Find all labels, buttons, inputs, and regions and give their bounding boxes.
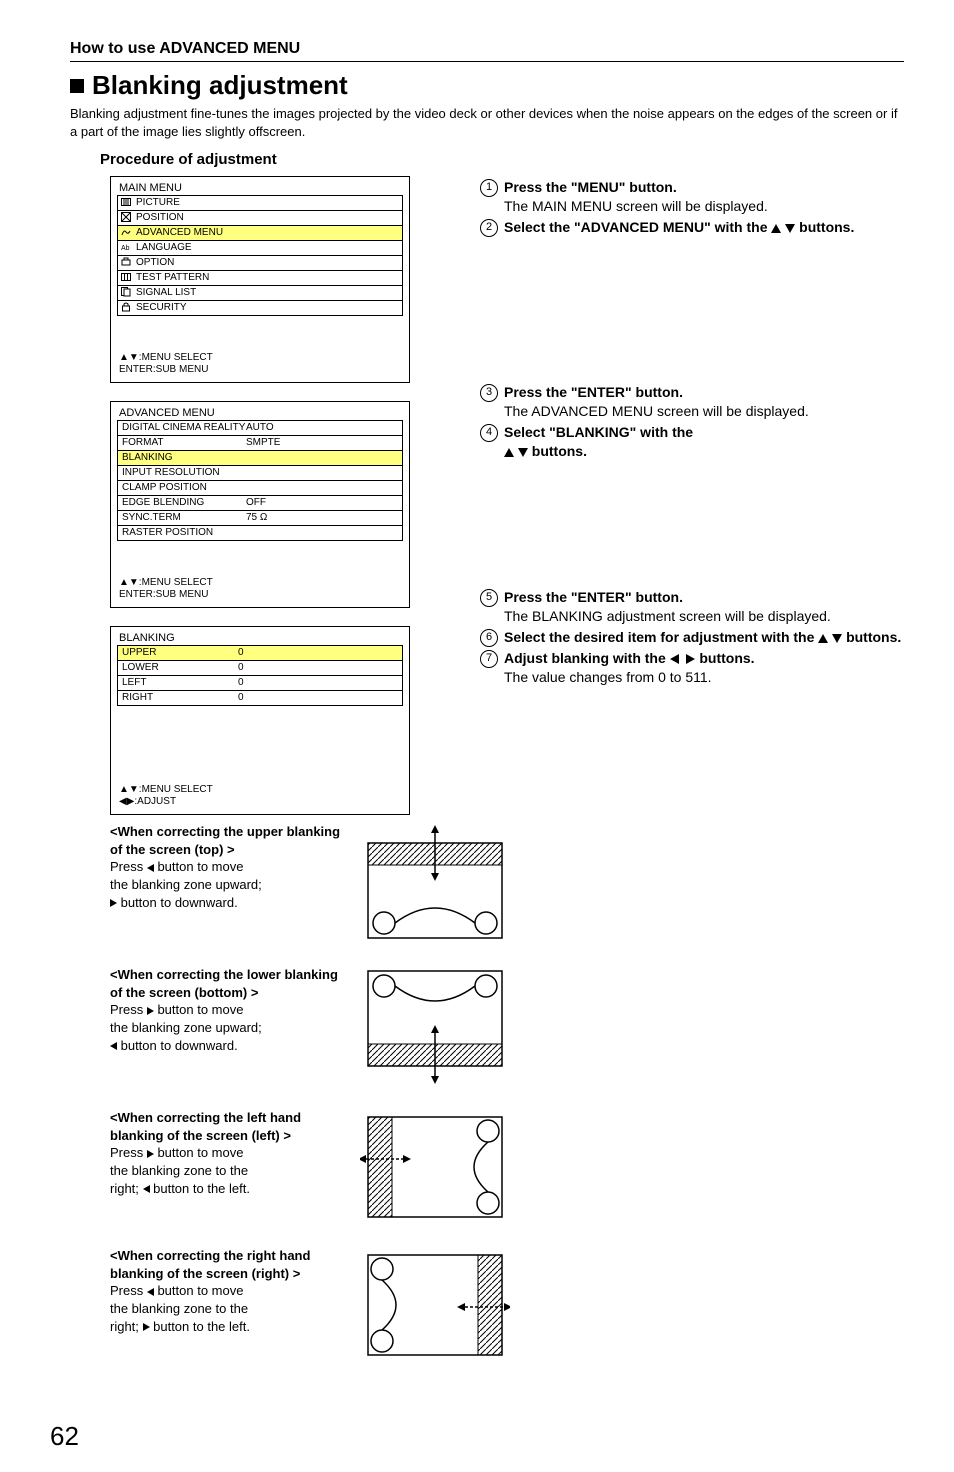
down-arrow-icon [785,224,795,233]
page-number: 62 [50,1421,904,1452]
step-1-icon: 1 [480,179,498,197]
testpattern-icon [121,272,131,282]
main-heading: Blanking adjustment [92,70,348,101]
option-icon [121,257,131,267]
menu-footer-select: ▲▼:MENU SELECT [119,577,403,589]
menu-title: MAIN MENU [117,182,403,194]
right-arrow-icon [147,1150,154,1158]
quad-bottom-diagram [360,966,510,1089]
step-3: Press the "ENTER" button. The ADVANCED M… [504,383,904,421]
quad-right-text: <When correcting the right hand blanking… [110,1247,352,1365]
step-2-icon: 2 [480,219,498,237]
step-6: Select the desired item for adjustment w… [504,628,904,647]
step-5-icon: 5 [480,589,498,607]
advanced-menu-screenshot: ADVANCED MENU DIGITAL CINEMA REALITYAUTO… [110,401,410,608]
down-arrow-icon [832,634,842,643]
step-2: Select the "ADVANCED MENU" with the butt… [504,218,904,237]
menu-item-lower: LOWER0 [117,660,403,675]
menu-item-edgeblend: EDGE BLENDINGOFF [117,495,403,510]
language-icon: Ab [121,242,131,252]
quad-left-diagram [360,1109,510,1227]
left-arrow-icon [147,1288,154,1296]
menu-item-advanced: ADVANCED MENU [117,225,403,240]
menu-item-picture: PICTURE [117,195,403,210]
menu-item-format: FORMATSMPTE [117,435,403,450]
picture-icon [121,197,131,207]
step-4: Select "BLANKING" with the buttons. [504,423,904,461]
menu-footer-adjust: ◀▶:ADJUST [119,796,403,808]
menu-title: BLANKING [117,632,403,644]
advanced-icon [121,227,131,237]
menu-footer-select: ▲▼:MENU SELECT [119,352,403,364]
step-1: Press the "MENU" button. The MAIN MENU s… [504,178,904,216]
menu-item-dcr: DIGITAL CINEMA REALITYAUTO [117,420,403,435]
step-7-icon: 7 [480,650,498,668]
menu-item-blanking: BLANKING [117,450,403,465]
left-arrow-icon [147,864,154,872]
menu-item-syncterm: SYNC.TERM75 Ω [117,510,403,525]
left-arrow-icon [670,654,679,664]
left-arrow-icon [110,1042,117,1050]
quad-top-text: <When correcting the upper blanking of t… [110,823,352,946]
menu-footer-enter: ENTER:SUB MENU [119,589,403,601]
menu-item-upper: UPPER0 [117,645,403,660]
right-arrow-icon [110,899,117,907]
menu-item-position: POSITION [117,210,403,225]
menu-item-security: SECURITY [117,300,403,316]
step-7: Adjust blanking with the buttons. The va… [504,649,904,687]
left-arrow-icon [143,1185,150,1193]
menu-item-option: OPTION [117,255,403,270]
square-bullet-icon [70,79,84,93]
quad-top-diagram [360,823,510,946]
down-arrow-icon [518,448,528,457]
step-5: Press the "ENTER" button. The BLANKING a… [504,588,904,626]
up-arrow-icon [771,224,781,233]
right-arrow-icon [147,1007,154,1015]
menu-footer-enter: ENTER:SUB MENU [119,364,403,376]
menu-item-inputres: INPUT RESOLUTION [117,465,403,480]
quad-left-text: <When correcting the left hand blanking … [110,1109,352,1227]
menu-item-clamp: CLAMP POSITION [117,480,403,495]
signallist-icon [121,287,131,297]
step-3-icon: 3 [480,384,498,402]
menu-item-left: LEFT0 [117,675,403,690]
main-menu-screenshot: MAIN MENU PICTURE POSITION ADVANCED MENU… [110,176,410,383]
svg-text:Ab: Ab [121,245,130,252]
position-icon [121,212,131,222]
up-arrow-icon [504,448,514,457]
up-arrow-icon [818,634,828,643]
menu-footer-select: ▲▼:MENU SELECT [119,784,403,796]
menu-item-signallist: SIGNAL LIST [117,285,403,300]
menu-item-language: AbLANGUAGE [117,240,403,255]
security-icon [121,302,131,312]
blanking-menu-screenshot: BLANKING UPPER0 LOWER0 LEFT0 RIGHT0 ▲▼:M… [110,626,410,815]
quad-bottom-text: <When correcting the lower blanking of t… [110,966,352,1089]
step-6-icon: 6 [480,629,498,647]
subheading: Procedure of adjustment [100,151,904,168]
menu-item-testpattern: TEST PATTERN [117,270,403,285]
section-title: How to use ADVANCED MENU [70,40,904,62]
menu-item-right: RIGHT0 [117,690,403,706]
step-4-icon: 4 [480,424,498,442]
quad-right-diagram [360,1247,510,1365]
menu-title: ADVANCED MENU [117,407,403,419]
intro-text: Blanking adjustment fine-tunes the image… [70,105,904,141]
menu-item-raster: RASTER POSITION [117,525,403,541]
right-arrow-icon [143,1323,150,1331]
